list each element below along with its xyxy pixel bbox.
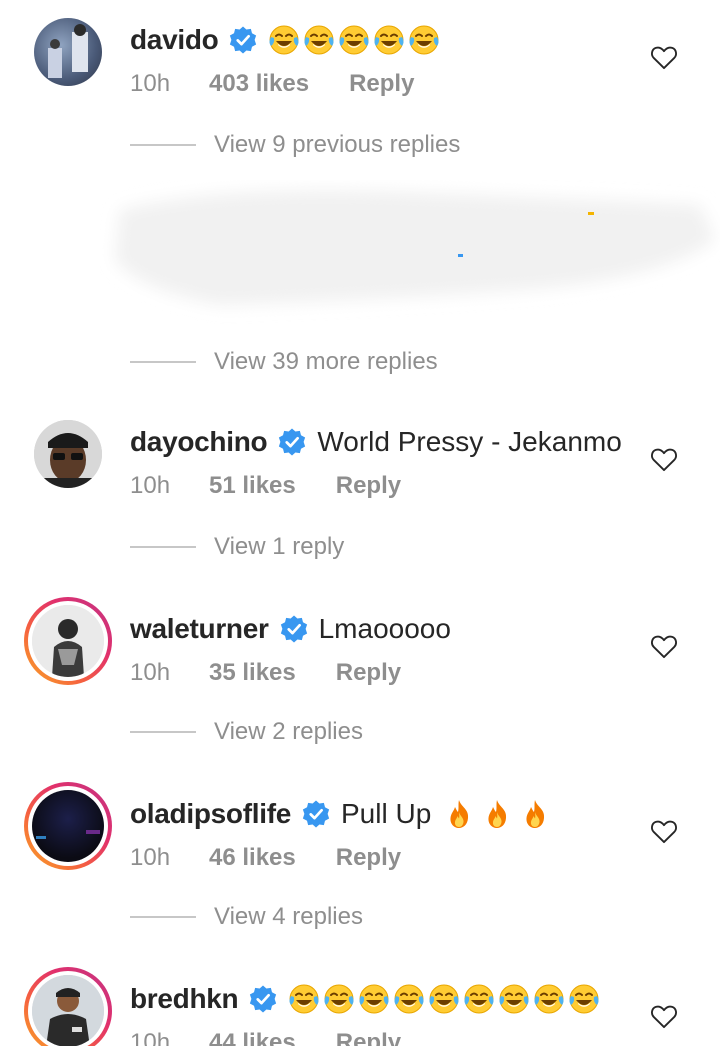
verified-badge-icon	[301, 799, 331, 829]
username[interactable]: davido	[130, 24, 219, 56]
divider-line	[130, 916, 196, 918]
view-replies-label: View 2 replies	[214, 718, 363, 745]
heart-outline-icon[interactable]	[650, 633, 678, 659]
emoji-row	[288, 983, 600, 1015]
reply-button[interactable]: Reply	[336, 472, 401, 500]
face-with-tears-of-joy-icon	[374, 25, 404, 55]
likes-count[interactable]: 46 likes	[209, 844, 296, 872]
comment-time: 10h	[130, 472, 171, 499]
face-with-tears-of-joy-icon	[394, 984, 424, 1014]
likes-count[interactable]: 35 likes	[209, 659, 296, 687]
verified-badge-icon	[248, 984, 278, 1014]
view-replies-oladipsoflife[interactable]: View 4 replies	[130, 899, 363, 935]
heart-outline-icon[interactable]	[650, 446, 678, 472]
fire-icon	[450, 800, 469, 828]
avatar-waleturner[interactable]	[24, 597, 112, 685]
verified-badge-icon	[228, 25, 258, 55]
fire-icon	[488, 800, 507, 828]
likes-count[interactable]: 403 likes	[209, 70, 309, 98]
comment-text: Pull Up	[341, 798, 432, 829]
fire-icon	[526, 800, 545, 828]
verified-badge-icon	[279, 614, 309, 644]
face-with-tears-of-joy-icon	[269, 25, 299, 55]
comment-time: 10h	[130, 659, 171, 686]
face-with-tears-of-joy-icon	[409, 25, 439, 55]
likes-count[interactable]: 44 likes	[209, 1029, 296, 1046]
divider-line	[130, 731, 196, 733]
comment-bredhkn: bredhkn 10h 44 likes Reply	[0, 967, 720, 1046]
likes-count[interactable]: 51 likes	[209, 472, 296, 500]
face-with-tears-of-joy-icon	[499, 984, 529, 1014]
face-with-tears-of-joy-icon	[359, 984, 389, 1014]
comment-davido: davido 10h 403 likes Reply	[0, 8, 720, 108]
face-with-tears-of-joy-icon	[304, 25, 334, 55]
comment-line: bredhkn	[130, 979, 600, 1019]
heart-outline-icon[interactable]	[650, 44, 678, 70]
comment-meta: 10h 44 likes Reply	[130, 1025, 401, 1046]
avatar-bredhkn[interactable]	[24, 967, 112, 1046]
view-replies-label: View 1 reply	[214, 533, 345, 560]
divider-line	[130, 361, 196, 363]
avatar-oladipsoflife[interactable]	[24, 782, 112, 870]
username[interactable]: oladipsoflife	[130, 798, 291, 830]
username[interactable]: bredhkn	[130, 983, 239, 1015]
reply-button[interactable]: Reply	[336, 659, 401, 687]
divider-line	[130, 546, 196, 548]
username[interactable]: waleturner	[130, 613, 269, 645]
verified-badge-icon	[277, 427, 307, 457]
avatar-dayochino[interactable]	[24, 410, 112, 498]
face-with-tears-of-joy-icon	[429, 984, 459, 1014]
comment-time: 10h	[130, 70, 171, 97]
username[interactable]: dayochino	[130, 426, 268, 458]
face-with-tears-of-joy-icon	[464, 984, 494, 1014]
face-with-tears-of-joy-icon	[289, 984, 319, 1014]
face-with-tears-of-joy-icon	[534, 984, 564, 1014]
view-replies-dayochino[interactable]: View 1 reply	[130, 529, 344, 565]
comment-meta: 10h 403 likes Reply	[130, 66, 414, 102]
view-previous-replies-label: View 9 previous replies	[214, 131, 461, 158]
comment-line: waleturner Lmaooooo	[130, 609, 451, 649]
face-with-tears-of-joy-icon	[339, 25, 369, 55]
view-previous-replies[interactable]: View 9 previous replies	[130, 127, 460, 163]
redacted-comment-area	[115, 190, 715, 305]
view-more-replies-label: View 39 more replies	[214, 348, 438, 375]
view-replies-waleturner[interactable]: View 2 replies	[130, 714, 363, 750]
comment-meta: 10h 46 likes Reply	[130, 840, 401, 876]
reply-button[interactable]: Reply	[336, 1029, 401, 1046]
avatar-davido[interactable]	[24, 8, 112, 96]
heart-outline-icon[interactable]	[650, 818, 678, 844]
emoji-row	[268, 24, 440, 56]
emoji-row	[443, 798, 551, 830]
comment-line: davido	[130, 20, 440, 60]
reply-button[interactable]: Reply	[349, 70, 414, 98]
heart-outline-icon[interactable]	[650, 1003, 678, 1029]
comment-meta: 10h 51 likes Reply	[130, 468, 401, 504]
comment-waleturner: waleturner Lmaooooo 10h 35 likes Reply	[0, 597, 720, 697]
view-more-replies[interactable]: View 39 more replies	[130, 344, 438, 380]
comment-time: 10h	[130, 844, 171, 871]
comment-meta: 10h 35 likes Reply	[130, 655, 401, 691]
comment-dayochino: dayochino World Pressy - Jekanmo 10h 51 …	[0, 410, 720, 510]
comment-text: Lmaooooo	[318, 613, 451, 644]
face-with-tears-of-joy-icon	[569, 984, 599, 1014]
comment-line: dayochino World Pressy - Jekanmo	[130, 422, 622, 462]
comment-line: oladipsoflife Pull Up	[130, 794, 551, 834]
reply-button[interactable]: Reply	[336, 844, 401, 872]
face-with-tears-of-joy-icon	[324, 984, 354, 1014]
comment-text: World Pressy - Jekanmo	[317, 426, 622, 457]
divider-line	[130, 144, 196, 146]
view-replies-label: View 4 replies	[214, 903, 363, 930]
comment-time: 10h	[130, 1029, 171, 1046]
comment-oladipsoflife: oladipsoflife Pull Up 10h 46 likes Reply	[0, 782, 720, 882]
